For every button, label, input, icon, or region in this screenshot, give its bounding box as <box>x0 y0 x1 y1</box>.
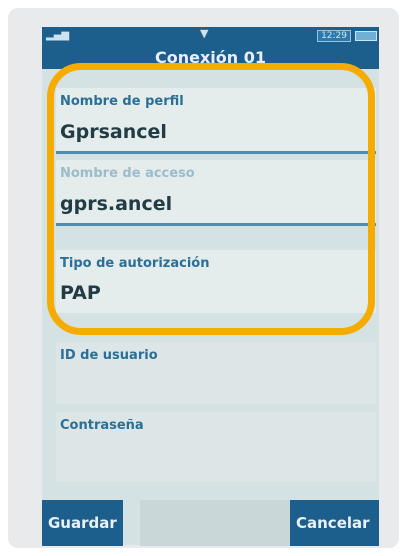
access-name-value: gprs.ancel <box>60 193 173 215</box>
status-bar: ▂▄▆ ▼ 12:29 <box>42 27 379 45</box>
profile-name-field[interactable]: Nombre de perfil Gprsancel <box>56 88 376 154</box>
screen-title: Conexión 01 <box>42 45 379 69</box>
battery-icon <box>355 31 377 41</box>
user-id-field[interactable]: ID de usuario <box>56 342 376 404</box>
auth-type-value: PAP <box>60 282 101 304</box>
auth-type-field[interactable]: Tipo de autorización PAP <box>56 250 376 313</box>
arrow-down-icon: ▼ <box>200 27 209 40</box>
access-name-label: Nombre de acceso <box>60 166 195 181</box>
password-field[interactable]: Contraseña <box>56 412 376 482</box>
save-softkey[interactable]: Guardar <box>42 500 123 546</box>
signal-bars-icon: ▂▄▆ <box>46 30 70 41</box>
user-id-label: ID de usuario <box>60 348 158 363</box>
profile-name-label: Nombre de perfil <box>60 94 184 109</box>
cancel-softkey[interactable]: Cancelar <box>290 500 379 546</box>
status-right: 12:29 <box>317 30 377 42</box>
softkey-center-area <box>140 500 290 546</box>
profile-name-value: Gprsancel <box>60 121 167 143</box>
clock: 12:29 <box>317 30 351 42</box>
password-label: Contraseña <box>60 418 144 433</box>
auth-type-label: Tipo de autorización <box>60 256 210 271</box>
access-name-field[interactable]: Nombre de acceso gprs.ancel <box>56 160 376 226</box>
